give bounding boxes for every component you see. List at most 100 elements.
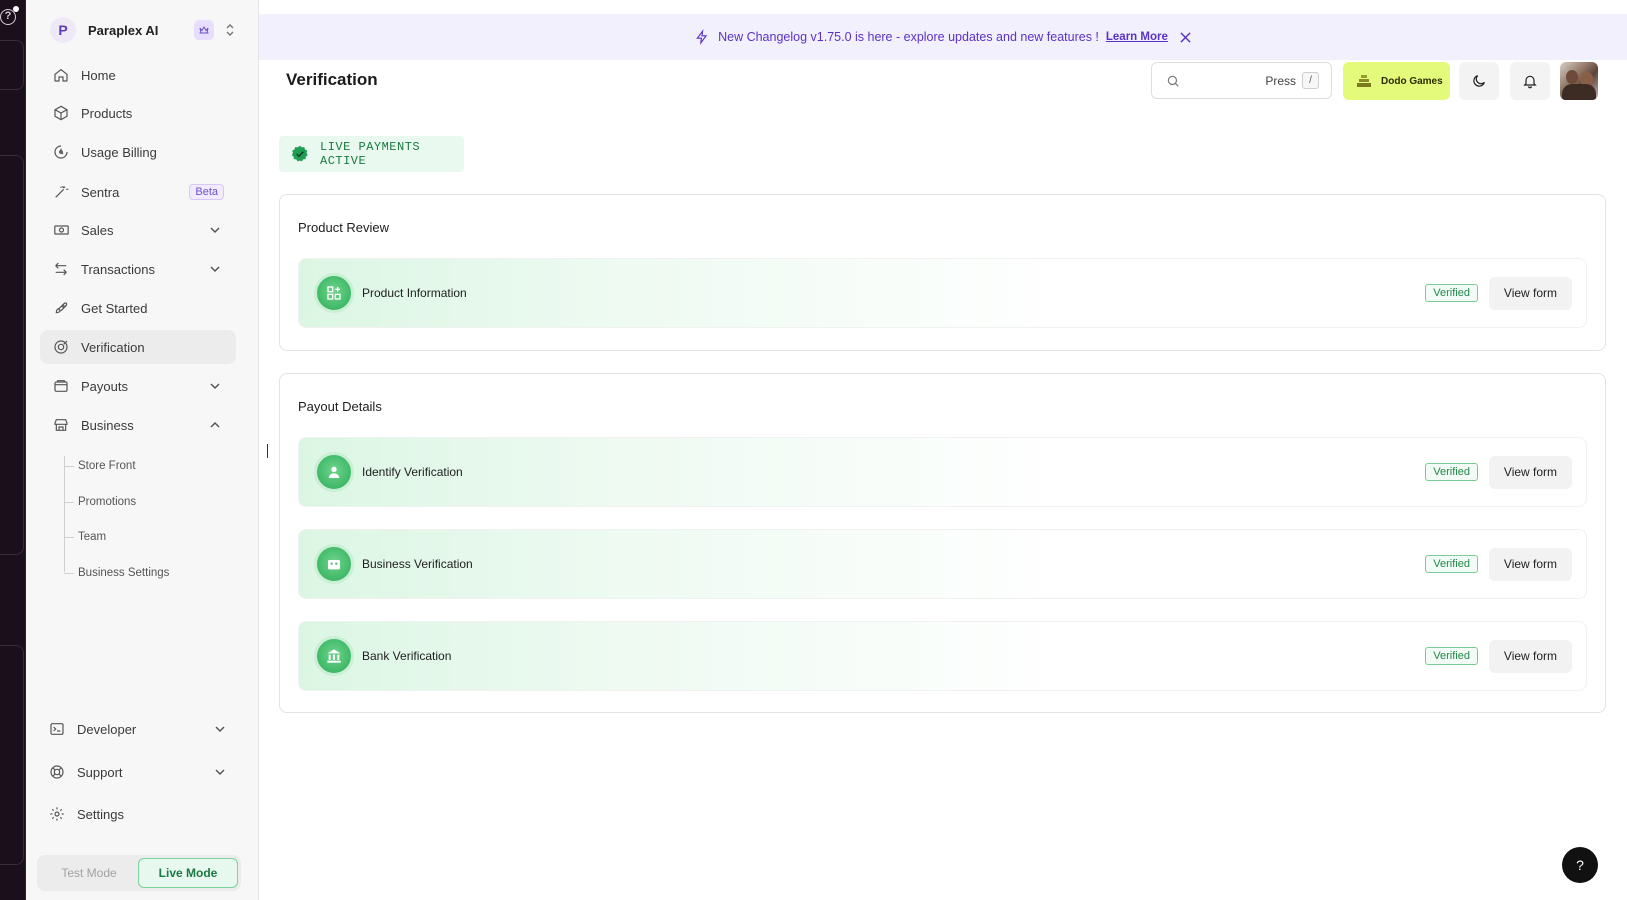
chevron-down-icon[interactable] [208,262,222,276]
payout-details-card: Payout Details Identify Verification Ver… [279,373,1606,713]
verification-row-bank: Bank Verification Verified View form [298,621,1587,691]
brand-logo-icon [1356,74,1372,88]
text-cursor [267,444,268,458]
row-label: Business Verification [362,557,473,571]
product-grid-icon [314,273,354,313]
lifebuoy-icon [48,763,66,781]
sidebar-item-usage-billing[interactable]: Usage Billing [40,135,236,169]
sidebar-item-settings[interactable]: Settings [36,797,241,831]
search-icon [1167,75,1179,87]
sidebar-item-label: Products [81,105,133,121]
gear-icon [48,805,66,823]
sidebar-item-label: Developer [77,721,137,737]
subnav-item-business-settings[interactable]: Business Settings [64,563,169,583]
verified-badge: Verified [1425,647,1478,665]
badge-check-icon [52,338,70,356]
brand-button-label: Dodo Games [1381,75,1443,87]
subnav-item-promotions[interactable]: Promotions [64,492,136,512]
learn-more-link[interactable]: Learn More [1106,31,1168,43]
sidebar-item-label: Transactions [81,261,155,277]
sidebar-item-label: Home [81,67,116,83]
verified-seal-icon [291,145,309,163]
usage-billing-icon [52,143,70,161]
user-avatar[interactable] [1560,62,1598,100]
sidebar-item-label: Settings [77,806,124,822]
view-form-button[interactable]: View form [1489,455,1572,489]
notifications-button[interactable] [1510,62,1550,100]
sidebar-item-label: Usage Billing [81,144,157,160]
home-icon [52,66,70,84]
sidebar-item-support[interactable]: Support [36,755,241,789]
theme-toggle-button[interactable] [1459,62,1499,100]
sidebar-item-label: Sentra [81,184,120,200]
search-input[interactable]: Press / [1151,62,1332,99]
chevron-up-icon[interactable] [208,418,222,432]
section-title: Payout Details [298,399,382,414]
subnav-item-label: Team [78,531,107,543]
chevron-down-icon[interactable] [208,379,222,393]
chevron-down-icon[interactable] [213,722,227,736]
notification-dot [13,6,19,12]
sidebar-item-transactions[interactable]: Transactions [40,252,236,286]
test-mode-button[interactable]: Test Mode [40,858,138,888]
org-avatar: P [50,17,76,43]
strip-panel-edge [0,40,24,90]
product-review-card: Product Review Product Information Verif… [279,194,1606,351]
chevron-down-icon[interactable] [208,223,222,237]
rocket-icon [52,299,70,317]
arrows-swap-icon [52,260,70,278]
lightning-icon [695,29,709,45]
sidebar-item-business[interactable]: Business [40,408,236,442]
sidebar-item-label: Sales [81,222,114,238]
outer-app-strip: ? [0,0,26,900]
sidebar-item-products[interactable]: Products [40,96,236,130]
subnav-item-label: Store Front [78,460,136,472]
sidebar-item-label: Business [81,417,134,433]
strip-panel-edge [0,155,24,555]
view-form-button[interactable]: View form [1489,639,1572,673]
shortcut-key: / [1302,72,1319,89]
bell-icon [1523,75,1537,89]
search-hint: Press [1265,73,1296,88]
sidebar-item-developer[interactable]: Developer [36,712,241,746]
page-title: Verification [286,70,378,89]
status-badge: LIVE PAYMENTS ACTIVE [279,136,464,172]
status-badge-text: LIVE PAYMENTS ACTIVE [320,140,421,168]
sidebar-item-label: Verification [81,339,145,355]
business-subnav: Store Front Promotions Team Business Set… [64,456,234,579]
subnav-item-team[interactable]: Team [64,527,106,547]
sidebar-item-sentra[interactable]: Sentra Beta [40,175,236,209]
sidebar-item-payouts[interactable]: Payouts [40,369,236,403]
help-button[interactable]: ? [1562,847,1598,883]
row-label: Bank Verification [362,649,452,663]
store-icon [314,544,354,584]
view-form-button[interactable]: View form [1489,276,1572,310]
magic-wand-icon [52,183,70,201]
org-switcher[interactable]: P Paraplex AI [50,16,236,44]
banknote-icon [52,221,70,239]
sidebar-item-label: Support [77,764,123,780]
sidebar-item-home[interactable]: Home [40,58,236,92]
beta-badge: Beta [189,184,224,200]
sidebar-item-sales[interactable]: Sales [40,213,236,247]
sidebar-item-get-started[interactable]: Get Started [40,291,236,325]
subnav-item-store-front[interactable]: Store Front [64,456,136,476]
brand-button[interactable]: Dodo Games [1343,62,1450,100]
verification-row-business: Business Verification Verified View form [298,529,1587,599]
store-icon [52,416,70,434]
crown-icon[interactable] [194,20,214,40]
view-form-button[interactable]: View form [1489,547,1572,581]
strip-panel-edge [0,645,24,865]
bank-icon [314,636,354,676]
wallet-icon [52,377,70,395]
close-icon[interactable] [1180,31,1191,43]
section-title: Product Review [298,220,390,235]
chevron-up-down-icon[interactable] [224,22,236,38]
chevron-down-icon[interactable] [213,765,227,779]
verified-badge: Verified [1425,284,1478,302]
box-icon [52,104,70,122]
sidebar-item-verification[interactable]: Verification [40,330,236,364]
verified-badge: Verified [1425,463,1478,481]
live-mode-button[interactable]: Live Mode [138,858,238,888]
moon-icon [1473,75,1485,87]
